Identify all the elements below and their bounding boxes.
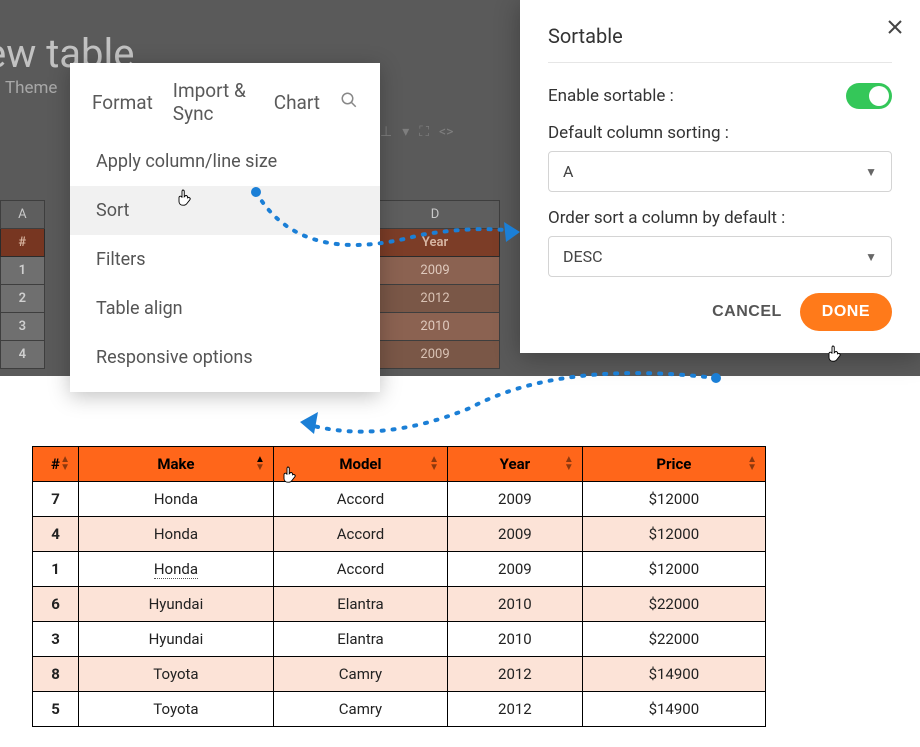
chevron-down-icon: ▼ (865, 250, 877, 264)
cell-price[interactable]: $12000 (582, 552, 765, 587)
cell[interactable]: 2010 (371, 313, 500, 341)
cell-year[interactable]: 2009 (448, 517, 583, 552)
cell-price[interactable]: $14900 (582, 657, 765, 692)
cell-hash[interactable]: 1 (33, 552, 79, 587)
sort-icon: ▲▼ (60, 456, 70, 472)
table-row: 1HondaAccord2009$12000 (33, 552, 766, 587)
cell-model[interactable]: Accord (273, 482, 447, 517)
header-hash: # (1, 229, 45, 257)
cell[interactable]: 2 (1, 285, 45, 313)
cell-year[interactable]: 2010 (448, 622, 583, 657)
default-column-select[interactable]: A ▼ (548, 151, 892, 192)
cell-model[interactable]: Elantra (273, 622, 447, 657)
col-header-year[interactable]: Year ▲▼ (448, 447, 583, 482)
cell-year[interactable]: 2009 (448, 552, 583, 587)
cell-price[interactable]: $22000 (582, 622, 765, 657)
col-header-model[interactable]: Model ▲▼ (273, 447, 447, 482)
col-header-price[interactable]: Price ▲▼ (582, 447, 765, 482)
cell-hash[interactable]: 8 (33, 657, 79, 692)
menu-table-align[interactable]: Table align (70, 284, 380, 333)
code-icon[interactable]: <> (439, 124, 453, 140)
toolbar-icons: ⊥ ▾ ⛶ <> (380, 124, 453, 140)
cell-make[interactable]: Honda (79, 552, 274, 587)
cell[interactable]: 2009 (371, 341, 500, 369)
tab-theme[interactable]: Theme (0, 78, 65, 98)
sort-icon: ▲▼ (429, 456, 439, 472)
menu-responsive[interactable]: Responsive options (70, 333, 380, 382)
cell-year[interactable]: 2012 (448, 692, 583, 727)
cell[interactable]: 3 (1, 313, 45, 341)
cell-price[interactable]: $14900 (582, 692, 765, 727)
col-letter[interactable]: D (371, 201, 500, 229)
cell-model[interactable]: Camry (273, 657, 447, 692)
table-row: 6HyundaiElantra2010$22000 (33, 587, 766, 622)
cancel-button[interactable]: CANCEL (712, 303, 782, 321)
cell-hash[interactable]: 4 (33, 517, 79, 552)
search-icon[interactable] (340, 91, 358, 114)
cell-model[interactable]: Camry (273, 692, 447, 727)
modal-title: Sortable (548, 24, 892, 48)
cell-year[interactable]: 2010 (448, 587, 583, 622)
cell-make[interactable]: Honda (79, 482, 274, 517)
table-row: 4HondaAccord2009$12000 (33, 517, 766, 552)
cell-price[interactable]: $12000 (582, 517, 765, 552)
cell-price[interactable]: $12000 (582, 482, 765, 517)
table-row: 3HyundaiElantra2010$22000 (33, 622, 766, 657)
menu-sort[interactable]: Sort (70, 186, 380, 235)
cell-make[interactable]: Hyundai (79, 622, 274, 657)
tab-format[interactable]: Format (92, 91, 153, 114)
enable-sortable-label: Enable sortable : (548, 86, 674, 106)
chevron-down-icon: ▼ (865, 165, 877, 179)
default-column-label: Default column sorting : (548, 123, 892, 143)
tab-import-sync[interactable]: Import & Sync (173, 79, 254, 125)
menu-apply-size[interactable]: Apply column/line size (70, 137, 380, 186)
table-row: 8ToyotaCamry2012$14900 (33, 657, 766, 692)
cell-make[interactable]: Honda (79, 517, 274, 552)
close-button[interactable] (888, 18, 902, 39)
menu-filters[interactable]: Filters (70, 235, 380, 284)
result-table: # ▲▼ Make ▲▼ Model ▲▼ Year ▲▼ Price ▲▼ (32, 446, 766, 727)
cell-price[interactable]: $22000 (582, 587, 765, 622)
sortable-modal: Sortable Enable sortable : Default colum… (520, 0, 920, 353)
cell[interactable]: 2009 (371, 257, 500, 285)
cell-hash[interactable]: 7 (33, 482, 79, 517)
sort-icon: ▲▼ (255, 456, 265, 472)
tabs-row: Theme (0, 78, 65, 98)
enable-sortable-toggle[interactable] (846, 83, 892, 109)
fullscreen-icon[interactable]: ⛶ (419, 124, 429, 140)
cell[interactable]: 2012 (371, 285, 500, 313)
cell[interactable]: 1 (1, 257, 45, 285)
select-value: DESC (563, 247, 603, 266)
cell-hash[interactable]: 5 (33, 692, 79, 727)
format-dropdown: Format Import & Sync Chart Apply column/… (70, 63, 380, 392)
cell-make[interactable]: Toyota (79, 692, 274, 727)
cell-hash[interactable]: 6 (33, 587, 79, 622)
result-panel: # ▲▼ Make ▲▼ Model ▲▼ Year ▲▼ Price ▲▼ (14, 426, 784, 747)
header-year: Year (371, 229, 500, 257)
cell-make[interactable]: Hyundai (79, 587, 274, 622)
sort-icon: ▲▼ (564, 456, 574, 472)
col-header-hash[interactable]: # ▲▼ (33, 447, 79, 482)
cell-model[interactable]: Accord (273, 517, 447, 552)
table-row: 7HondaAccord2009$12000 (33, 482, 766, 517)
cell[interactable]: 4 (1, 341, 45, 369)
tab-chart[interactable]: Chart (274, 91, 320, 114)
cell-make[interactable]: Toyota (79, 657, 274, 692)
align-bottom-icon[interactable]: ⊥ (380, 124, 392, 140)
cell-year[interactable]: 2012 (448, 657, 583, 692)
cell-model[interactable]: Accord (273, 552, 447, 587)
col-header-make[interactable]: Make ▲▼ (79, 447, 274, 482)
order-select[interactable]: DESC ▼ (548, 236, 892, 277)
cell-hash[interactable]: 3 (33, 622, 79, 657)
table-row: 5ToyotaCamry2012$14900 (33, 692, 766, 727)
select-value: A (563, 162, 573, 181)
cell-year[interactable]: 2009 (448, 482, 583, 517)
done-button[interactable]: DONE (800, 293, 892, 331)
sort-icon: ▲▼ (747, 456, 757, 472)
chevron-down-icon[interactable]: ▾ (402, 124, 409, 140)
cell-model[interactable]: Elantra (273, 587, 447, 622)
order-label: Order sort a column by default : (548, 208, 892, 228)
col-letter[interactable]: A (1, 201, 45, 229)
